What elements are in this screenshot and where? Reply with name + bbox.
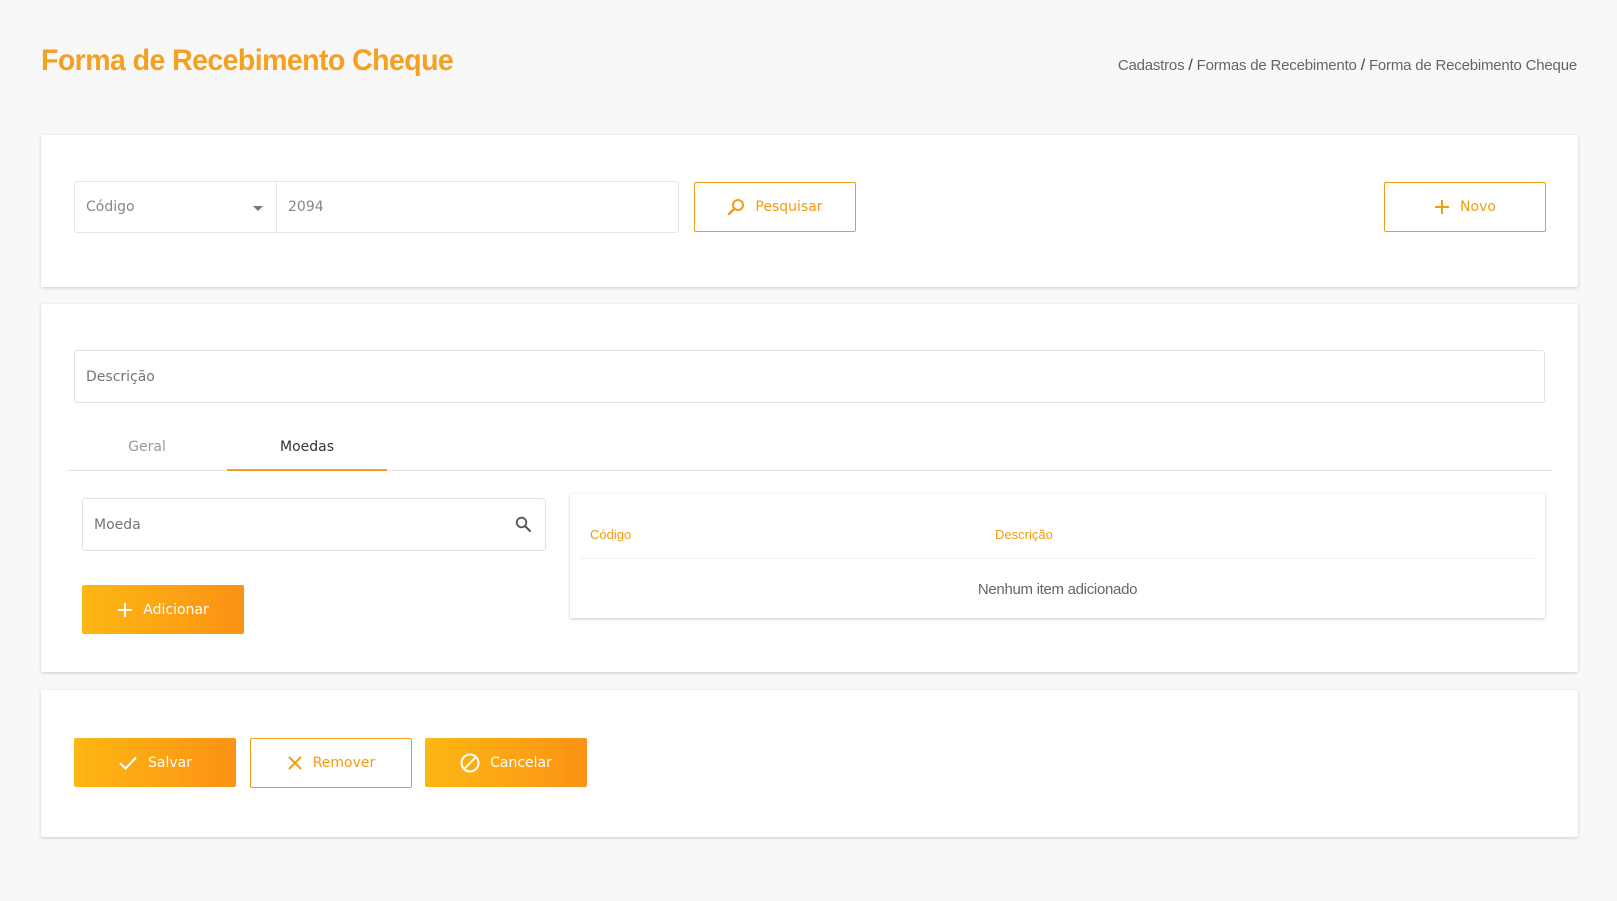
moeda-field xyxy=(82,498,546,551)
search-input[interactable] xyxy=(276,181,679,233)
tab-geral[interactable]: Geral xyxy=(67,430,227,471)
plus-icon xyxy=(117,602,133,618)
page-title: Forma de Recebimento Cheque xyxy=(41,44,454,77)
form-card: Geral Moedas Adicionar Código Descrição … xyxy=(41,304,1578,672)
table-empty-message: Nenhum item adicionado xyxy=(977,581,1138,598)
ban-icon xyxy=(460,753,480,773)
description-input[interactable] xyxy=(74,350,1545,403)
moedas-table: Código Descrição Nenhum item adicionado xyxy=(570,494,1545,618)
table-header-divider xyxy=(580,558,1535,559)
breadcrumb-current: Forma de Recebimento Cheque xyxy=(1368,57,1577,74)
breadcrumb: Cadastros / Formas de Recebimento / Forma de… xyxy=(1118,57,1577,75)
actions-card: Salvar Remover Cancelar xyxy=(41,690,1578,837)
add-moeda-button[interactable]: Adicionar xyxy=(82,585,244,634)
cancel-button-label: Cancelar xyxy=(490,754,552,771)
column-header-codigo[interactable]: Código xyxy=(590,527,631,542)
breadcrumb-separator: / xyxy=(1188,57,1193,74)
check-icon xyxy=(118,755,138,771)
search-field-select-value: Código xyxy=(86,199,135,215)
save-button[interactable]: Salvar xyxy=(74,738,236,787)
search-icon xyxy=(727,198,745,216)
remove-button-label: Remover xyxy=(312,755,376,771)
tab-bar: Geral Moedas xyxy=(67,430,1553,471)
search-field-select[interactable]: Código xyxy=(74,181,276,233)
remove-button[interactable]: Remover xyxy=(250,738,412,788)
search-icon[interactable] xyxy=(515,516,531,536)
save-button-label: Salvar xyxy=(148,754,192,771)
search-button-label: Pesquisar xyxy=(755,199,823,215)
chevron-down-icon xyxy=(253,206,263,211)
plus-icon xyxy=(1434,199,1450,215)
add-moeda-button-label: Adicionar xyxy=(143,601,209,618)
column-header-descricao[interactable]: Descrição xyxy=(995,527,1053,542)
tab-moedas[interactable]: Moedas xyxy=(227,430,387,471)
search-button[interactable]: Pesquisar xyxy=(694,182,856,232)
breadcrumb-formas-de-recebimento[interactable]: Formas de Recebimento xyxy=(1197,57,1357,74)
breadcrumb-cadastros[interactable]: Cadastros xyxy=(1118,57,1185,74)
cancel-button[interactable]: Cancelar xyxy=(425,738,587,787)
moeda-input[interactable] xyxy=(83,499,493,550)
close-icon xyxy=(287,755,303,771)
new-button-label: Novo xyxy=(1460,199,1496,215)
search-card: Código Pesquisar Novo xyxy=(41,135,1578,287)
breadcrumb-separator: / xyxy=(1360,57,1365,74)
new-button[interactable]: Novo xyxy=(1384,182,1546,232)
